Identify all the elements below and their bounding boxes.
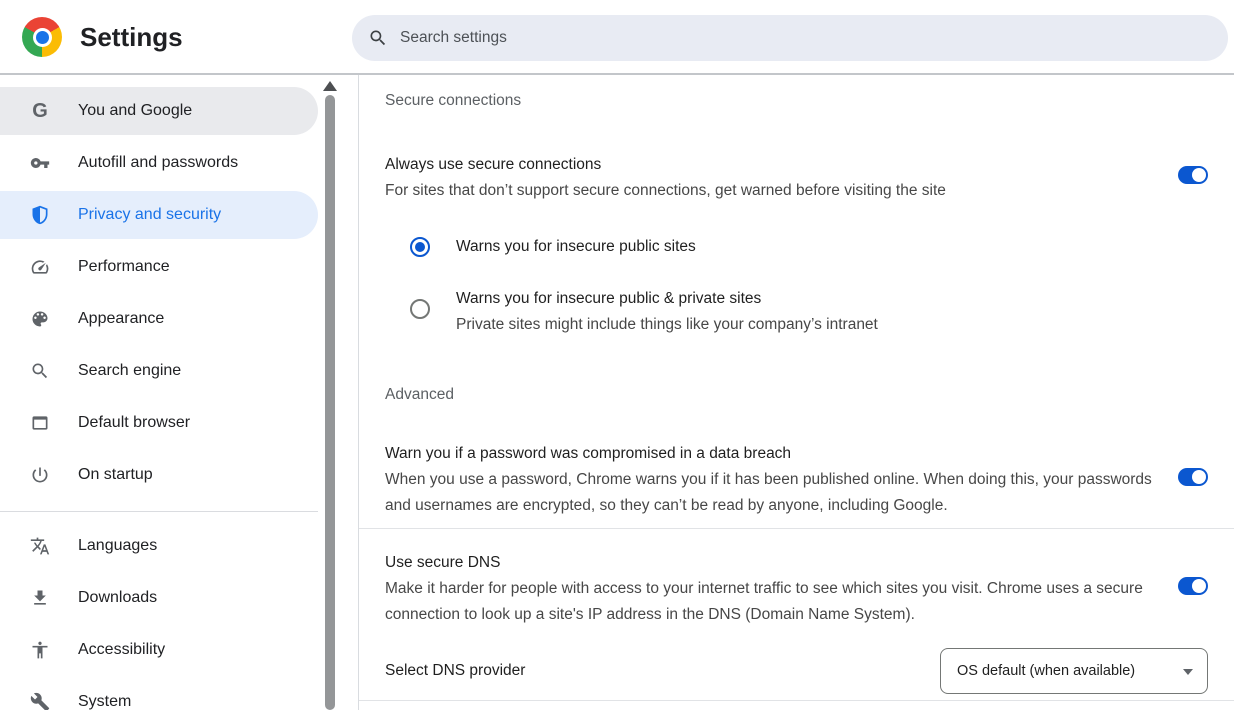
dns-provider-row: Select DNS provider OS default (when ava…	[385, 648, 1208, 694]
sidebar-item-on-startup[interactable]: On startup	[0, 451, 318, 499]
speedometer-icon	[30, 257, 50, 277]
sidebar-divider	[0, 511, 318, 512]
setting-subtitle: When you use a password, Chrome warns yo…	[385, 467, 1163, 519]
header: Settings	[0, 0, 1234, 75]
setting-title: Warn you if a password was compromised i…	[385, 441, 1163, 467]
key-icon	[30, 153, 50, 173]
page-title: Settings	[80, 22, 183, 53]
always-secure-connections-row: Always use secure connections For sites …	[385, 152, 1163, 204]
dropdown-arrow-icon	[1183, 669, 1193, 675]
power-icon	[30, 465, 50, 485]
wrench-icon	[30, 692, 50, 710]
setting-subtitle: For sites that don’t support secure conn…	[385, 178, 1163, 204]
shield-half-icon	[30, 205, 50, 225]
search-input[interactable]	[400, 15, 1200, 61]
scrollbar-up-arrow[interactable]	[323, 80, 337, 92]
sidebar-scrollbar[interactable]	[322, 75, 338, 710]
accessibility-person-icon	[30, 640, 50, 660]
browser-window-icon	[30, 413, 50, 433]
secure-dns-toggle[interactable]	[1178, 577, 1208, 595]
setting-subtitle: Make it harder for people with access to…	[385, 576, 1163, 628]
sidebar-item-you-and-google[interactable]: G You and Google	[0, 87, 318, 135]
scrollbar-thumb[interactable]	[325, 95, 335, 710]
always-secure-connections-toggle[interactable]	[1178, 166, 1208, 184]
setting-title: Use secure DNS	[385, 550, 1163, 576]
chrome-settings-page: Settings G You and Google Autofill and p…	[0, 0, 1234, 710]
section-title-advanced: Advanced	[385, 384, 454, 406]
dns-provider-selected-value: OS default (when available)	[957, 663, 1135, 679]
sidebar-item-autofill[interactable]: Autofill and passwords	[0, 139, 318, 187]
radio-unselected-icon[interactable]	[410, 299, 430, 319]
privacy-security-content: Secure connections Always use secure con…	[358, 75, 1234, 710]
section-title-secure-connections: Secure connections	[385, 90, 521, 112]
password-breach-row: Warn you if a password was compromised i…	[385, 441, 1163, 519]
secure-dns-row: Use secure DNS Make it harder for people…	[385, 550, 1163, 628]
setting-title: Always use secure connections	[385, 152, 1163, 178]
sidebar-item-appearance[interactable]: Appearance	[0, 295, 318, 343]
sidebar-item-downloads[interactable]: Downloads	[0, 574, 318, 622]
sidebar-item-default-browser[interactable]: Default browser	[0, 399, 318, 447]
section-divider	[359, 700, 1234, 701]
sidebar-item-system[interactable]: System	[0, 678, 318, 710]
magnifier-icon	[30, 361, 50, 381]
sidebar-item-accessibility[interactable]: Accessibility	[0, 626, 318, 674]
dns-provider-label: Select DNS provider	[385, 662, 525, 680]
dns-provider-select[interactable]: OS default (when available)	[940, 648, 1208, 694]
radio-warn-public-sites[interactable]: Warns you for insecure public sites	[410, 237, 696, 257]
download-icon	[30, 588, 50, 608]
sidebar-item-performance[interactable]: Performance	[0, 243, 318, 291]
translate-icon	[30, 536, 50, 556]
sidebar-item-languages[interactable]: Languages	[0, 522, 318, 570]
sidebar-item-privacy-and-security[interactable]: Privacy and security	[0, 191, 318, 239]
radio-selected-icon[interactable]	[410, 237, 430, 257]
radio-warn-public-private-sites[interactable]: Warns you for insecure public & private …	[410, 286, 878, 338]
chrome-logo-icon	[22, 17, 62, 57]
sidebar-item-search-engine[interactable]: Search engine	[0, 347, 318, 395]
search-settings-bar[interactable]	[352, 15, 1228, 61]
password-breach-toggle[interactable]	[1178, 468, 1208, 486]
palette-icon	[30, 309, 50, 329]
google-g-icon: G	[30, 101, 50, 121]
search-icon	[368, 28, 388, 48]
section-divider	[359, 528, 1234, 529]
sidebar-nav: G You and Google Autofill and passwords …	[0, 75, 318, 710]
